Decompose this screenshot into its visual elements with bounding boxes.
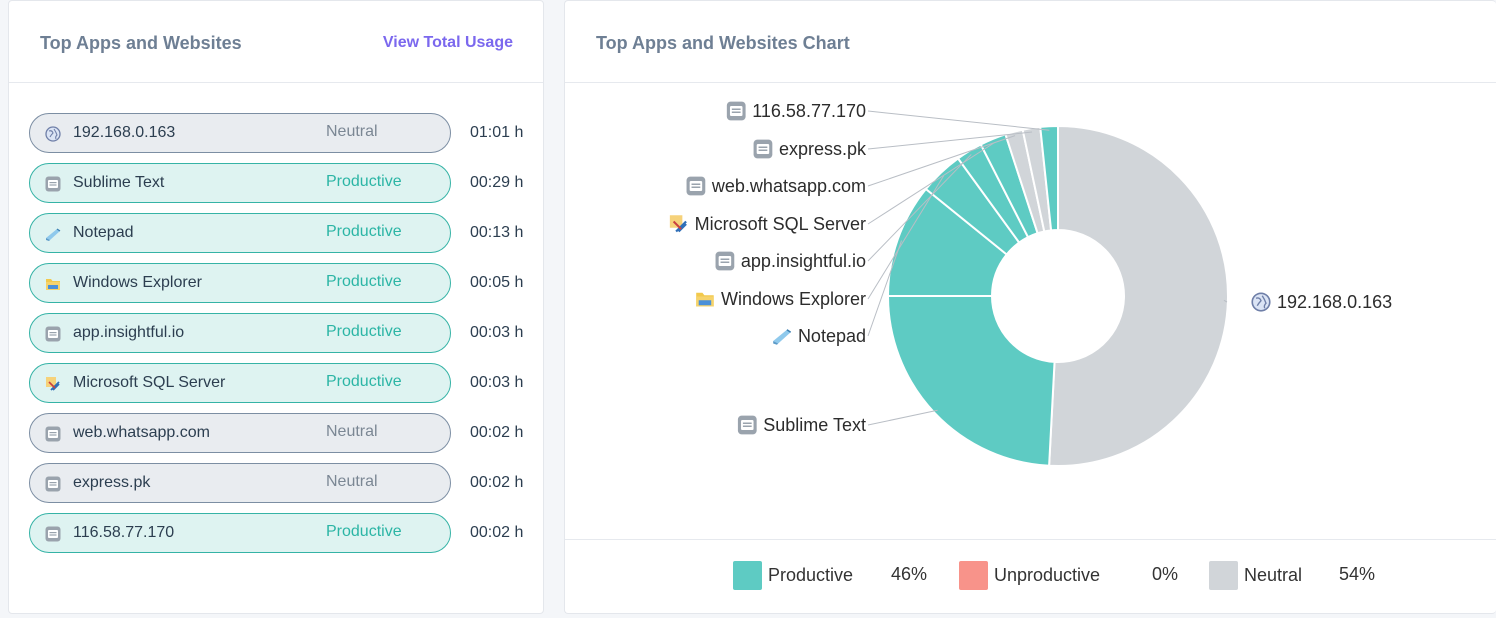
- legend-percent-productive: 46%: [891, 564, 928, 584]
- app-list-item[interactable]: Notepad Productive 00:13 h: [29, 213, 529, 253]
- app-window-icon: [686, 176, 706, 196]
- slice-label: Windows Explorer: [721, 289, 866, 309]
- app-name: express.pk: [73, 474, 151, 491]
- app-pill[interactable]: Windows Explorer Productive: [29, 263, 451, 303]
- globe-icon: [45, 126, 61, 142]
- app-window-icon: [45, 176, 61, 192]
- notepad-icon: [773, 329, 792, 345]
- folder-icon: [696, 292, 714, 307]
- view-total-usage-link[interactable]: View Total Usage: [383, 34, 513, 52]
- legend-swatch-unproductive: [959, 560, 988, 590]
- legend-label-neutral: Neutral: [1244, 564, 1303, 585]
- app-list-item[interactable]: Sublime Text Productive 00:29 h: [29, 163, 529, 203]
- legend-label-productive: Productive: [768, 564, 854, 585]
- legend-swatch-productive: [733, 560, 762, 590]
- app-list: 192.168.0.163 Neutral 01:01 h Sublime Text P…: [29, 113, 529, 563]
- app-time: 01:01 h: [470, 124, 524, 141]
- app-list-item[interactable]: 192.168.0.163 Neutral 01:01 h: [29, 113, 529, 153]
- legend-percent-neutral: 54%: [1339, 564, 1376, 584]
- app-list-item[interactable]: web.whatsapp.com Neutral 00:02 h: [29, 413, 529, 453]
- legend-item-neutral: Neutral: [1209, 560, 1302, 590]
- app-time: 00:02 h: [470, 474, 524, 491]
- legend-label-unproductive: Unproductive: [994, 564, 1101, 585]
- app-name: Microsoft SQL Server: [73, 374, 226, 391]
- app-time: 00:29 h: [470, 174, 524, 191]
- app-pill[interactable]: 116.58.77.170 Productive: [29, 513, 451, 553]
- app-list-item[interactable]: app.insightful.io Productive 00:03 h: [29, 313, 529, 353]
- app-window-icon: [726, 101, 746, 121]
- app-time: 00:13 h: [470, 224, 524, 241]
- app-status: Productive: [326, 323, 402, 340]
- app-status: Neutral: [326, 423, 378, 440]
- folder-icon: [45, 276, 61, 292]
- app-pill[interactable]: Notepad Productive: [29, 213, 451, 253]
- donut-slice[interactable]: [886, 295, 1056, 467]
- app-status: Productive: [326, 373, 402, 390]
- slice-label: express.pk: [779, 139, 867, 159]
- app-status: Productive: [326, 223, 402, 240]
- app-list-item[interactable]: 116.58.77.170 Productive 00:02 h: [29, 513, 529, 553]
- chart-header: Top Apps and Websites Chart: [565, 1, 1496, 83]
- label-leader-line: [867, 110, 1050, 131]
- app-name: 116.58.77.170: [73, 524, 175, 541]
- slice-label: Sublime Text: [763, 415, 866, 435]
- app-pill[interactable]: 192.168.0.163 Neutral: [29, 113, 451, 153]
- sql-server-icon: [45, 376, 61, 392]
- slice-label: Notepad: [798, 326, 866, 346]
- app-name: 192.168.0.163: [73, 124, 176, 141]
- label-leader-line: [867, 409, 938, 426]
- app-name: web.whatsapp.com: [73, 424, 210, 441]
- app-status: Productive: [326, 273, 402, 290]
- app-status: Productive: [326, 173, 402, 190]
- app-pill[interactable]: Microsoft SQL Server Productive: [29, 363, 451, 403]
- app-window-icon: [737, 415, 757, 435]
- top-apps-title: Top Apps and Websites: [40, 33, 242, 53]
- notepad-icon: [45, 226, 61, 242]
- app-list-item[interactable]: Windows Explorer Productive 00:05 h: [29, 263, 529, 303]
- app-time: 00:03 h: [470, 324, 524, 341]
- slice-label: app.insightful.io: [741, 251, 866, 271]
- app-pill[interactable]: web.whatsapp.com Neutral: [29, 413, 451, 453]
- app-pill[interactable]: express.pk Neutral: [29, 463, 451, 503]
- slice-label: 116.58.77.170: [752, 101, 866, 121]
- legend-percent-unproductive: 0%: [1152, 564, 1179, 584]
- app-time: 00:03 h: [470, 374, 524, 391]
- globe-icon: [1251, 292, 1271, 312]
- legend-swatch-neutral: [1209, 560, 1238, 590]
- app-pill[interactable]: app.insightful.io Productive: [29, 313, 451, 353]
- slice-label: 192.168.0.163: [1277, 292, 1392, 312]
- donut-chart: 192.168.0.163 Sublime Text Notepad Windows …: [669, 101, 1392, 467]
- top-apps-card: Top Apps and Websites View Total Usage 1…: [8, 0, 544, 614]
- app-name: Notepad: [73, 224, 134, 241]
- donut-chart-area: 192.168.0.163 Sublime Text Notepad Windows …: [565, 83, 1496, 539]
- app-window-icon: [45, 526, 61, 542]
- legend-item-productive: Productive: [733, 560, 853, 590]
- sql-server-icon: [669, 215, 687, 233]
- chart-title: Top Apps and Websites Chart: [596, 33, 850, 53]
- app-window-icon: [45, 476, 61, 492]
- slice-label: web.whatsapp.com: [711, 176, 866, 196]
- app-window-icon: [753, 139, 773, 159]
- app-time: 00:02 h: [470, 424, 524, 441]
- app-status: Neutral: [326, 123, 378, 140]
- app-pill[interactable]: Sublime Text Productive: [29, 163, 451, 203]
- app-window-icon: [715, 251, 735, 271]
- app-time: 00:02 h: [470, 524, 524, 541]
- app-name: app.insightful.io: [73, 324, 185, 341]
- slice-label: Microsoft SQL Server: [695, 214, 866, 234]
- app-name: Sublime Text: [73, 174, 165, 191]
- app-status: Productive: [326, 523, 402, 540]
- app-time: 00:05 h: [470, 274, 524, 291]
- app-window-icon: [45, 326, 61, 342]
- top-apps-header: Top Apps and Websites View Total Usage: [9, 1, 543, 83]
- app-list-item[interactable]: express.pk Neutral 00:02 h: [29, 463, 529, 503]
- app-window-icon: [45, 426, 61, 442]
- app-status: Neutral: [326, 473, 378, 490]
- app-list-item[interactable]: Microsoft SQL Server Productive 00:03 h: [29, 363, 529, 403]
- chart-card: Top Apps and Websites Chart 192.168.0.16…: [564, 0, 1496, 614]
- chart-legend: Productive 46% Unproductive 0% Neutral 5…: [565, 539, 1496, 615]
- donut-slice[interactable]: [1048, 124, 1229, 467]
- app-name: Windows Explorer: [73, 274, 202, 291]
- legend-item-unproductive: Unproductive: [959, 560, 1100, 590]
